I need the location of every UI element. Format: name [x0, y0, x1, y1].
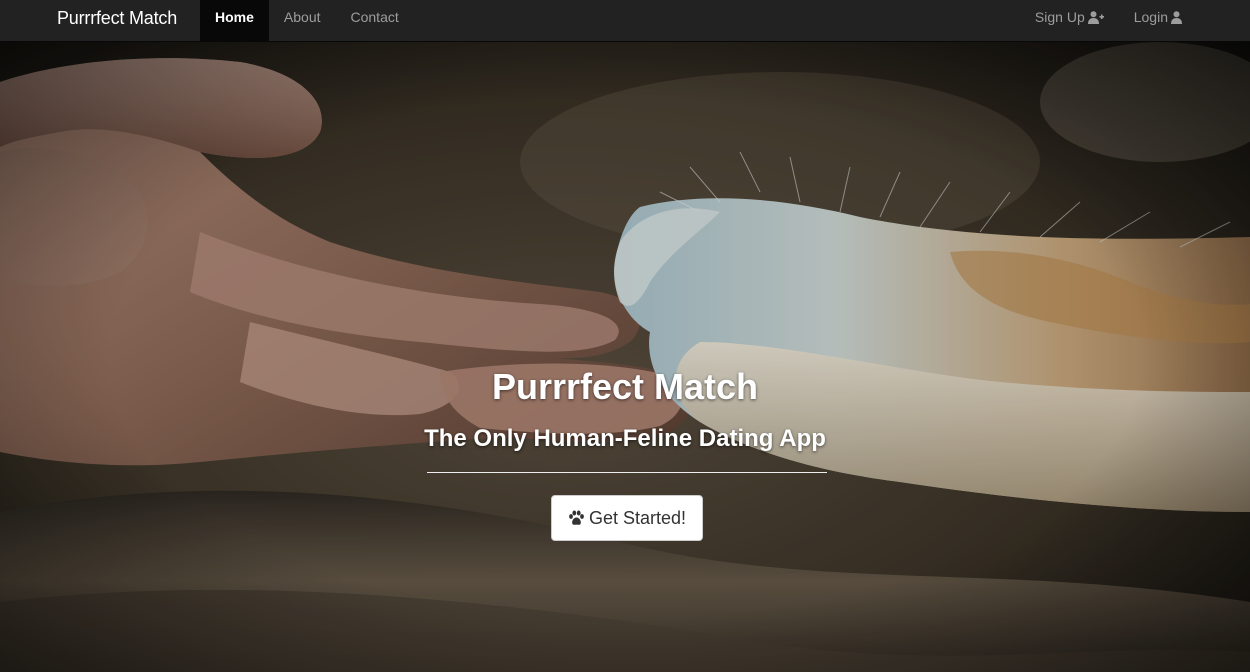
- get-started-button[interactable]: Get Started!: [551, 495, 703, 541]
- paw-icon: [569, 510, 584, 525]
- nav-login-label: Login: [1133, 9, 1168, 25]
- nav-login[interactable]: Login: [1119, 0, 1197, 41]
- hero-content: Purrrfect Match The Only Human-Feline Da…: [0, 42, 1250, 672]
- nav-contact[interactable]: Contact: [336, 0, 414, 41]
- get-started-label: Get Started!: [588, 507, 687, 528]
- nav-links: Home About Contact: [200, 0, 414, 41]
- brand-link[interactable]: Purrrfect Match: [57, 0, 177, 36]
- navbar: Purrrfect Match Home About Contact Sign …: [0, 0, 1250, 42]
- hero-title: Purrrfect Match: [491, 366, 759, 407]
- nav-signup-label: Sign Up: [1034, 9, 1085, 25]
- nav-home[interactable]: Home: [200, 0, 269, 41]
- user-plus-icon: [1087, 11, 1104, 24]
- hero-subtitle: The Only Human-Feline Dating App: [424, 425, 826, 452]
- nav-about[interactable]: About: [269, 0, 336, 41]
- user-icon: [1171, 11, 1182, 24]
- hero-section: Purrrfect Match The Only Human-Feline Da…: [0, 42, 1250, 672]
- nav-right-links: Sign Up Login: [1020, 0, 1197, 41]
- hero-divider: [427, 472, 827, 473]
- nav-signup[interactable]: Sign Up: [1020, 0, 1119, 41]
